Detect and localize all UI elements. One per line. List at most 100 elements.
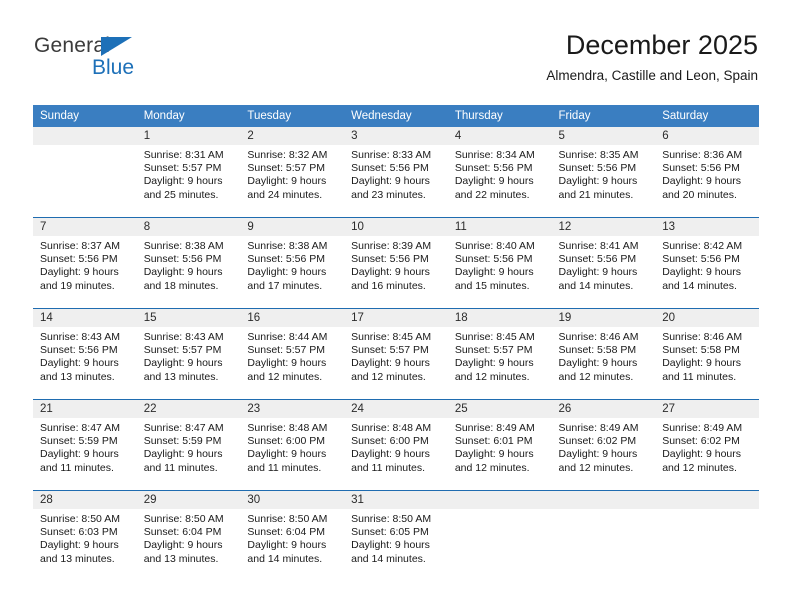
day-cell-content: 30 Sunrise: 8:50 AM Sunset: 6:04 PM Dayligh… bbox=[240, 491, 345, 581]
daylight-text-line2: and 17 minutes. bbox=[247, 279, 323, 292]
sunrise-text: Sunrise: 8:36 AM bbox=[662, 149, 743, 161]
day-number bbox=[655, 491, 759, 494]
calendar-day-cell[interactable]: 6 Sunrise: 8:36 AM Sunset: 5:56 PM Daylight… bbox=[655, 127, 759, 218]
sunset-text: Sunset: 5:58 PM bbox=[558, 344, 637, 357]
day-cell-content: 2 Sunrise: 8:32 AM Sunset: 5:57 PM Daylight… bbox=[240, 127, 345, 217]
daylight-text-line2: and 13 minutes. bbox=[40, 370, 115, 383]
calendar-day-cell[interactable]: 20 Sunrise: 8:46 AM Sunset: 5:58 PM Dayligh… bbox=[655, 308, 759, 400]
day-cell-content: 1 Sunrise: 8:31 AM Sunset: 5:57 PM Daylight… bbox=[136, 127, 241, 217]
calendar-day-cell[interactable]: 9 Sunrise: 8:38 AM Sunset: 5:56 PM Daylight… bbox=[240, 217, 345, 309]
day-cell-content: 20 Sunrise: 8:46 AM Sunset: 5:58 PM Dayligh… bbox=[655, 309, 759, 399]
day-cell-content: 13 Sunrise: 8:42 AM Sunset: 5:56 PM Dayligh… bbox=[655, 218, 759, 308]
calendar-day-cell[interactable]: 5 Sunrise: 8:35 AM Sunset: 5:56 PM Daylight… bbox=[551, 127, 656, 218]
calendar-day-cell[interactable]: 31 Sunrise: 8:50 AM Sunset: 6:05 PM Dayligh… bbox=[344, 490, 448, 581]
calendar-day-cell[interactable]: 27 Sunrise: 8:49 AM Sunset: 6:02 PM Dayligh… bbox=[655, 399, 759, 491]
daylight-text-line2: and 24 minutes. bbox=[247, 188, 323, 201]
daylight-text-line2: and 12 minutes. bbox=[558, 461, 634, 474]
calendar-day-cell[interactable]: 3 Sunrise: 8:33 AM Sunset: 5:56 PM Daylight… bbox=[344, 127, 448, 218]
daylight-text-line1: Daylight: 9 hours bbox=[40, 448, 119, 461]
day-number: 17 bbox=[351, 312, 364, 324]
sunrise-text: Sunrise: 8:47 AM bbox=[143, 422, 224, 434]
calendar-day-cell[interactable]: 15 Sunrise: 8:43 AM Sunset: 5:57 PM Dayligh… bbox=[136, 308, 241, 400]
daylight-text-line2: and 23 minutes. bbox=[351, 188, 426, 201]
calendar-day-cell[interactable] bbox=[33, 127, 137, 218]
daylight-text-line1: Daylight: 9 hours bbox=[143, 175, 223, 188]
calendar-day-cell[interactable]: 16 Sunrise: 8:44 AM Sunset: 5:57 PM Dayligh… bbox=[240, 308, 345, 400]
calendar-day-cell[interactable]: 19 Sunrise: 8:46 AM Sunset: 5:58 PM Dayligh… bbox=[551, 308, 656, 400]
sunset-text: Sunset: 5:56 PM bbox=[247, 253, 326, 266]
sunset-text: Sunset: 5:57 PM bbox=[351, 344, 429, 357]
day-cell-details: Sunrise: 8:50 AM Sunset: 6:03 PM Daylight:… bbox=[33, 509, 137, 566]
day-cell-content: 25 Sunrise: 8:49 AM Sunset: 6:01 PM Dayligh… bbox=[447, 400, 552, 490]
sunrise-text: Sunrise: 8:38 AM bbox=[143, 240, 224, 252]
calendar-day-cell[interactable]: 7 Sunrise: 8:37 AM Sunset: 5:56 PM Daylight… bbox=[33, 217, 137, 309]
calendar-day-cell[interactable]: 14 Sunrise: 8:43 AM Sunset: 5:56 PM Dayligh… bbox=[33, 308, 137, 400]
calendar-day-cell[interactable]: 23 Sunrise: 8:48 AM Sunset: 6:00 PM Dayligh… bbox=[240, 399, 345, 491]
weekday-header-sunday: Sunday bbox=[33, 105, 137, 127]
daylight-text-line1: Daylight: 9 hours bbox=[40, 357, 119, 370]
sunrise-text: Sunrise: 8:31 AM bbox=[143, 149, 224, 161]
calendar-day-cell[interactable]: 26 Sunrise: 8:49 AM Sunset: 6:02 PM Dayligh… bbox=[551, 399, 656, 491]
calendar-day-cell[interactable]: 24 Sunrise: 8:48 AM Sunset: 6:00 PM Dayligh… bbox=[344, 399, 448, 491]
daylight-text-line2: and 15 minutes. bbox=[454, 279, 530, 292]
daylight-text-line2: and 13 minutes. bbox=[143, 552, 219, 565]
day-number: 11 bbox=[454, 221, 467, 233]
daylight-text-line2: and 16 minutes. bbox=[351, 279, 426, 292]
calendar-day-cell[interactable]: 30 Sunrise: 8:50 AM Sunset: 6:04 PM Dayligh… bbox=[240, 490, 345, 581]
calendar-day-cell[interactable]: 1 Sunrise: 8:31 AM Sunset: 5:57 PM Daylight… bbox=[136, 127, 241, 218]
weekday-header-wednesday: Wednesday bbox=[344, 105, 448, 127]
day-cell-details bbox=[655, 509, 759, 513]
calendar-day-cell[interactable]: 18 Sunrise: 8:45 AM Sunset: 5:57 PM Dayligh… bbox=[447, 308, 552, 400]
sunset-text: Sunset: 6:04 PM bbox=[143, 526, 222, 539]
calendar-day-cell[interactable]: 8 Sunrise: 8:38 AM Sunset: 5:56 PM Daylight… bbox=[136, 217, 241, 309]
sunset-text: Sunset: 6:00 PM bbox=[351, 435, 429, 448]
calendar-day-cell[interactable]: 28 Sunrise: 8:50 AM Sunset: 6:03 PM Dayligh… bbox=[33, 490, 137, 581]
day-cell-content: 19 Sunrise: 8:46 AM Sunset: 5:58 PM Dayligh… bbox=[551, 309, 656, 399]
day-number: 10 bbox=[351, 221, 364, 233]
calendar-day-cell[interactable]: 13 Sunrise: 8:42 AM Sunset: 5:56 PM Dayligh… bbox=[655, 217, 759, 309]
calendar-day-cell[interactable]: 29 Sunrise: 8:50 AM Sunset: 6:04 PM Dayligh… bbox=[136, 490, 241, 581]
calendar-day-cell[interactable]: 11 Sunrise: 8:40 AM Sunset: 5:56 PM Dayligh… bbox=[447, 217, 552, 309]
logo-triangle-icon bbox=[101, 37, 132, 56]
calendar-day-cell[interactable]: 2 Sunrise: 8:32 AM Sunset: 5:57 PM Daylight… bbox=[240, 127, 345, 218]
sunrise-text: Sunrise: 8:32 AM bbox=[247, 149, 328, 161]
day-number: 5 bbox=[558, 130, 565, 142]
day-number-band: 29 bbox=[136, 491, 241, 509]
day-cell-details: Sunrise: 8:39 AM Sunset: 5:56 PM Daylight:… bbox=[344, 236, 448, 293]
calendar-day-cell[interactable]: 12 Sunrise: 8:41 AM Sunset: 5:56 PM Dayligh… bbox=[551, 217, 656, 309]
daylight-text-line1: Daylight: 9 hours bbox=[247, 357, 327, 370]
calendar-day-cell[interactable] bbox=[447, 490, 552, 581]
daylight-text-line1: Daylight: 9 hours bbox=[40, 266, 119, 279]
daylight-text-line2: and 11 minutes. bbox=[662, 370, 737, 383]
day-number-band: 4 bbox=[447, 127, 552, 145]
calendar-day-cell[interactable] bbox=[551, 490, 656, 581]
weekday-header-monday: Monday bbox=[136, 105, 241, 127]
day-number: 28 bbox=[40, 494, 53, 506]
sunset-text: Sunset: 5:56 PM bbox=[454, 162, 533, 175]
daylight-text-line2: and 12 minutes. bbox=[454, 370, 530, 383]
sunrise-text: Sunrise: 8:48 AM bbox=[247, 422, 328, 434]
calendar-day-cell[interactable]: 17 Sunrise: 8:45 AM Sunset: 5:57 PM Dayligh… bbox=[344, 308, 448, 400]
sunrise-text: Sunrise: 8:39 AM bbox=[351, 240, 432, 252]
weekday-header-saturday: Saturday bbox=[655, 105, 759, 127]
day-cell-content: 7 Sunrise: 8:37 AM Sunset: 5:56 PM Daylight… bbox=[33, 218, 137, 308]
sunrise-text: Sunrise: 8:49 AM bbox=[558, 422, 639, 434]
calendar-day-cell[interactable]: 4 Sunrise: 8:34 AM Sunset: 5:56 PM Daylight… bbox=[447, 127, 552, 218]
daylight-text-line2: and 22 minutes. bbox=[454, 188, 530, 201]
calendar-day-cell[interactable] bbox=[655, 490, 759, 581]
daylight-text-line1: Daylight: 9 hours bbox=[454, 357, 534, 370]
calendar-day-cell[interactable]: 22 Sunrise: 8:47 AM Sunset: 5:59 PM Dayligh… bbox=[136, 399, 241, 491]
sunset-text: Sunset: 6:03 PM bbox=[40, 526, 118, 539]
day-cell-details bbox=[33, 145, 137, 149]
sunrise-text: Sunrise: 8:38 AM bbox=[247, 240, 328, 252]
calendar-day-cell[interactable]: 25 Sunrise: 8:49 AM Sunset: 6:01 PM Dayligh… bbox=[447, 399, 552, 491]
calendar-day-cell[interactable]: 10 Sunrise: 8:39 AM Sunset: 5:56 PM Dayligh… bbox=[344, 217, 448, 309]
calendar-day-cell[interactable]: 21 Sunrise: 8:47 AM Sunset: 5:59 PM Dayligh… bbox=[33, 399, 137, 491]
day-number-band: 5 bbox=[551, 127, 656, 145]
calendar-week-row: 28 Sunrise: 8:50 AM Sunset: 6:03 PM Dayligh… bbox=[33, 490, 759, 581]
sunrise-text: Sunrise: 8:47 AM bbox=[40, 422, 120, 434]
generalblue-logo[interactable]: General Blue bbox=[34, 34, 184, 86]
sunset-text: Sunset: 5:56 PM bbox=[351, 253, 429, 266]
daylight-text-line1: Daylight: 9 hours bbox=[351, 539, 430, 552]
daylight-text-line1: Daylight: 9 hours bbox=[454, 266, 534, 279]
